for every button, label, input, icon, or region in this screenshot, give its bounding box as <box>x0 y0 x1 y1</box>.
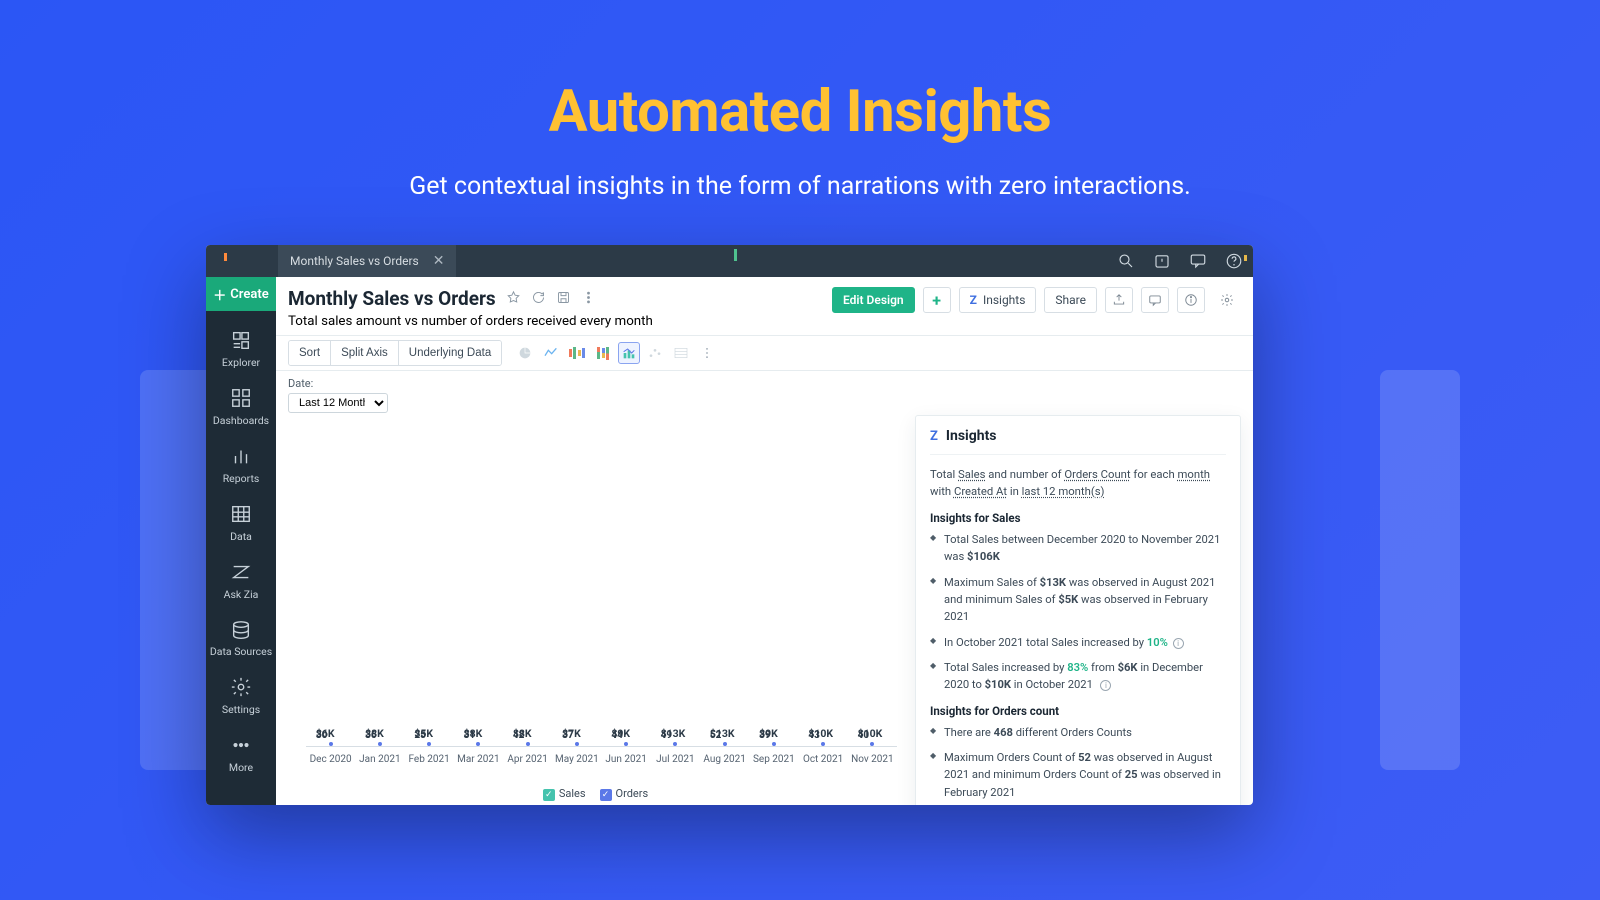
x-tick: Dec 2020 <box>306 754 355 765</box>
insights-summary: Total Sales and number of Orders Count f… <box>930 467 1226 501</box>
insight-item: In October 2021 total Sales increased by… <box>930 634 1226 651</box>
chart-legend: ✓Sales ✓Orders <box>288 787 903 805</box>
legend-orders[interactable]: ✓Orders <box>600 787 649 801</box>
tab-label: Monthly Sales vs Orders <box>290 254 419 268</box>
split-axis-button[interactable]: Split Axis <box>331 341 399 365</box>
x-tick: Apr 2021 <box>503 754 552 765</box>
underlying-data-button[interactable]: Underlying Data <box>399 341 501 365</box>
background-card-right <box>1380 370 1460 770</box>
insight-item: Maximum Sales of $13K was observed in Au… <box>930 574 1226 626</box>
chart-type-combo-icon[interactable] <box>618 342 640 364</box>
x-tick: Feb 2021 <box>405 754 454 765</box>
zia-insights-button[interactable]: ZInsights <box>959 287 1037 313</box>
chart-type-bar-icon[interactable] <box>566 342 588 364</box>
edit-design-button[interactable]: Edit Design <box>832 287 915 313</box>
titlebar: Monthly Sales vs Orders ✕ <box>206 245 1253 277</box>
x-tick: May 2021 <box>552 754 601 765</box>
rail-data-sources[interactable]: Data Sources <box>210 619 272 658</box>
hero: Automated Insights Get contextual insigh… <box>0 0 1600 201</box>
chart-type-pie-icon[interactable] <box>514 342 536 364</box>
hero-subtitle: Get contextual insights in the form of n… <box>0 172 1600 201</box>
rail-more[interactable]: More <box>229 734 253 774</box>
x-tick: Oct 2021 <box>799 754 848 765</box>
x-tick: Aug 2021 <box>700 754 749 765</box>
date-label: Date: <box>288 377 1241 390</box>
share-button[interactable]: Share <box>1044 287 1097 313</box>
rail-explorer[interactable]: Explorer <box>222 329 260 369</box>
chart-area: $6K30$8K36$5K25$8K31$8K42$7K37$9K44$13K4… <box>288 421 903 805</box>
insights-orders-heading: Insights for Orders count <box>930 704 1226 718</box>
info-icon[interactable] <box>1177 287 1205 313</box>
timer-icon[interactable] <box>1153 252 1171 270</box>
insights-title: Insights <box>946 428 997 444</box>
app-window: Monthly Sales vs Orders ✕ ＋Create Explor… <box>206 245 1253 805</box>
rail-ask-zia[interactable]: Ask Zia <box>224 561 259 601</box>
chart-type-table-icon[interactable] <box>670 342 692 364</box>
search-icon[interactable] <box>1117 252 1135 270</box>
x-tick: Jan 2021 <box>355 754 404 765</box>
hero-title: Automated Insights <box>0 78 1600 146</box>
create-button[interactable]: ＋Create <box>206 277 276 311</box>
gear-icon[interactable] <box>1213 287 1241 313</box>
rail-reports[interactable]: Reports <box>223 445 260 485</box>
close-icon[interactable]: ✕ <box>433 253 445 269</box>
left-rail: ＋Create Explorer Dashboards Reports Data… <box>206 277 276 805</box>
rail-settings[interactable]: Settings <box>222 676 260 716</box>
page-title: Monthly Sales vs Orders <box>288 287 496 310</box>
insight-item: There are 468 different Orders Counts <box>930 724 1226 741</box>
comment-icon[interactable] <box>1189 252 1207 270</box>
insights-sales-heading: Insights for Sales <box>930 511 1226 525</box>
star-icon[interactable] <box>506 287 521 310</box>
menu-icon[interactable] <box>581 287 596 310</box>
x-tick: Sep 2021 <box>749 754 798 765</box>
add-button[interactable]: + <box>923 287 951 313</box>
zia-icon: Z <box>930 429 938 444</box>
chart-more-icon[interactable] <box>696 342 718 364</box>
save-icon[interactable] <box>556 287 571 310</box>
sort-button[interactable]: Sort <box>289 341 331 365</box>
x-tick: Nov 2021 <box>848 754 897 765</box>
rail-dashboards[interactable]: Dashboards <box>213 387 269 427</box>
x-tick: Mar 2021 <box>454 754 503 765</box>
refresh-icon[interactable] <box>531 287 546 310</box>
chat-icon[interactable] <box>1141 287 1169 313</box>
x-tick: Jun 2021 <box>602 754 651 765</box>
insight-item: Maximum Orders Count of 52 was observed … <box>930 749 1226 801</box>
x-tick: Jul 2021 <box>651 754 700 765</box>
window-tab[interactable]: Monthly Sales vs Orders ✕ <box>278 245 456 277</box>
chart-type-scatter-icon[interactable] <box>644 342 666 364</box>
insight-item: Total Sales between December 2020 to Nov… <box>930 531 1226 566</box>
main: Monthly Sales vs Orders Total sales amou… <box>276 277 1253 805</box>
chart-type-stacked-icon[interactable] <box>592 342 614 364</box>
chart-toolbar: Sort Split Axis Underlying Data <box>276 335 1253 371</box>
rail-data[interactable]: Data <box>230 503 252 543</box>
insight-item: Total Sales increased by 83% from $6K in… <box>930 659 1226 694</box>
date-range-select[interactable]: Last 12 Month... <box>288 393 388 413</box>
export-icon[interactable] <box>1105 287 1133 313</box>
help-icon[interactable] <box>1225 252 1243 270</box>
legend-sales[interactable]: ✓Sales <box>543 787 586 801</box>
insights-panel: Z Insights Total Sales and number of Orde… <box>915 415 1241 805</box>
chart-type-line-icon[interactable] <box>540 342 562 364</box>
page-subtitle: Total sales amount vs number of orders r… <box>288 314 653 329</box>
